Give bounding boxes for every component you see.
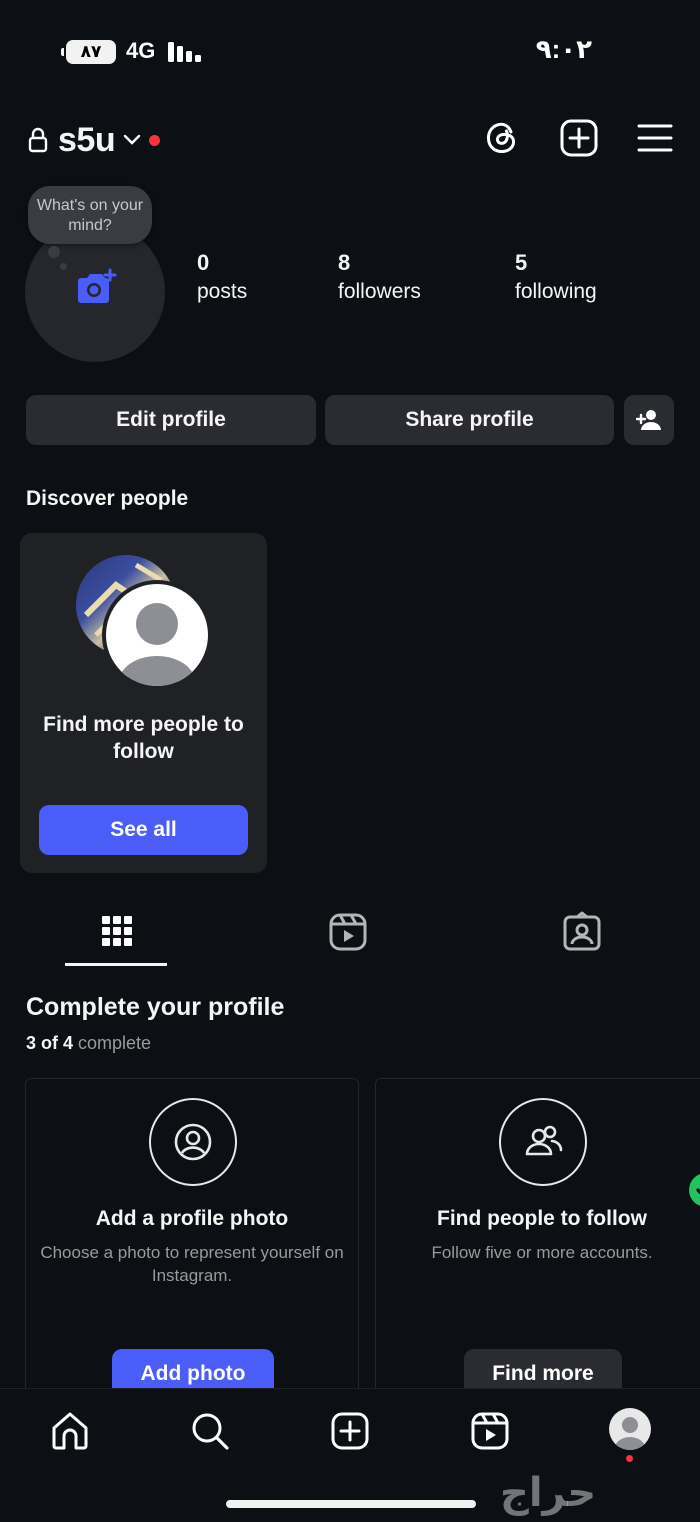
edit-profile-button[interactable]: Edit profile xyxy=(26,395,316,445)
complete-profile-progress: 3 of 4 complete xyxy=(26,1033,151,1054)
complete-profile-title: Complete your profile xyxy=(26,993,285,1021)
notification-dot xyxy=(626,1455,633,1462)
find-people-card: Find people to follow Follow five or mor… xyxy=(375,1078,700,1399)
card-description: Choose a photo to represent yourself on … xyxy=(40,1243,344,1285)
card-title: Find people to follow xyxy=(437,1207,647,1230)
grid-tab-icon[interactable] xyxy=(95,910,139,954)
search-icon[interactable] xyxy=(188,1409,232,1453)
status-bar: ٨٧ 4G ٩:٠٢ xyxy=(0,0,700,100)
chevron-down-icon xyxy=(123,134,141,146)
stat-following[interactable]: 5 following xyxy=(515,250,597,304)
note-bubble[interactable]: What's on your mind? xyxy=(28,186,152,244)
clock: ٩:٠٢ xyxy=(535,34,592,64)
posts-label: posts xyxy=(197,280,248,303)
discover-people-title: Discover people xyxy=(26,487,189,510)
see-all-button[interactable]: See all xyxy=(39,805,248,855)
following-label: following xyxy=(515,280,597,303)
default-avatar xyxy=(102,580,212,690)
following-count: 5 xyxy=(515,250,528,275)
menu-icon[interactable] xyxy=(636,118,676,158)
card-description: Follow five or more accounts. xyxy=(431,1243,653,1262)
note-tail xyxy=(48,246,60,258)
create-plus-icon[interactable] xyxy=(559,118,599,158)
home-indicator xyxy=(226,1500,476,1508)
stat-followers[interactable]: 8 followers xyxy=(338,250,421,304)
threads-icon[interactable] xyxy=(482,118,522,158)
active-tab-indicator xyxy=(65,963,167,966)
followers-count: 8 xyxy=(338,250,351,275)
network-label: 4G xyxy=(126,38,156,63)
home-icon[interactable] xyxy=(48,1409,92,1453)
followers-label: followers xyxy=(338,280,421,303)
signal-icon xyxy=(168,40,204,62)
discover-people-button[interactable] xyxy=(624,395,674,445)
lock-icon xyxy=(28,127,48,153)
add-photo-card: Add a profile photo Choose a photo to re… xyxy=(25,1078,359,1399)
camera-add-icon[interactable] xyxy=(74,268,118,308)
check-icon xyxy=(686,1170,700,1210)
share-profile-button[interactable]: Share profile xyxy=(325,395,614,445)
discover-card-text: Find more people to follow xyxy=(43,713,244,763)
progress-label: complete xyxy=(78,1033,152,1053)
username: s5u xyxy=(58,120,116,159)
discover-card[interactable]: Find more people to follow See all xyxy=(20,533,267,873)
progress-count: 3 of 4 xyxy=(26,1033,74,1053)
notification-dot xyxy=(149,134,161,146)
create-icon[interactable] xyxy=(328,1409,372,1453)
note-tail-small xyxy=(60,263,67,270)
watermark-logo: حراج xyxy=(500,1470,597,1516)
account-switcher[interactable]: s5u xyxy=(28,118,161,162)
tagged-tab-icon[interactable] xyxy=(560,910,604,954)
battery-indicator: ٨٧ xyxy=(61,40,116,64)
card-title: Add a profile photo xyxy=(95,1207,289,1230)
reels-tab-icon[interactable] xyxy=(326,910,370,954)
profile-avatar-icon[interactable] xyxy=(609,1408,651,1450)
add-person-icon xyxy=(636,409,662,431)
reels-icon[interactable] xyxy=(468,1409,512,1453)
stat-posts[interactable]: 0 posts xyxy=(197,250,247,304)
posts-count: 0 xyxy=(197,250,210,275)
people-icon xyxy=(499,1098,700,1210)
user-circle-icon xyxy=(149,1098,237,1186)
